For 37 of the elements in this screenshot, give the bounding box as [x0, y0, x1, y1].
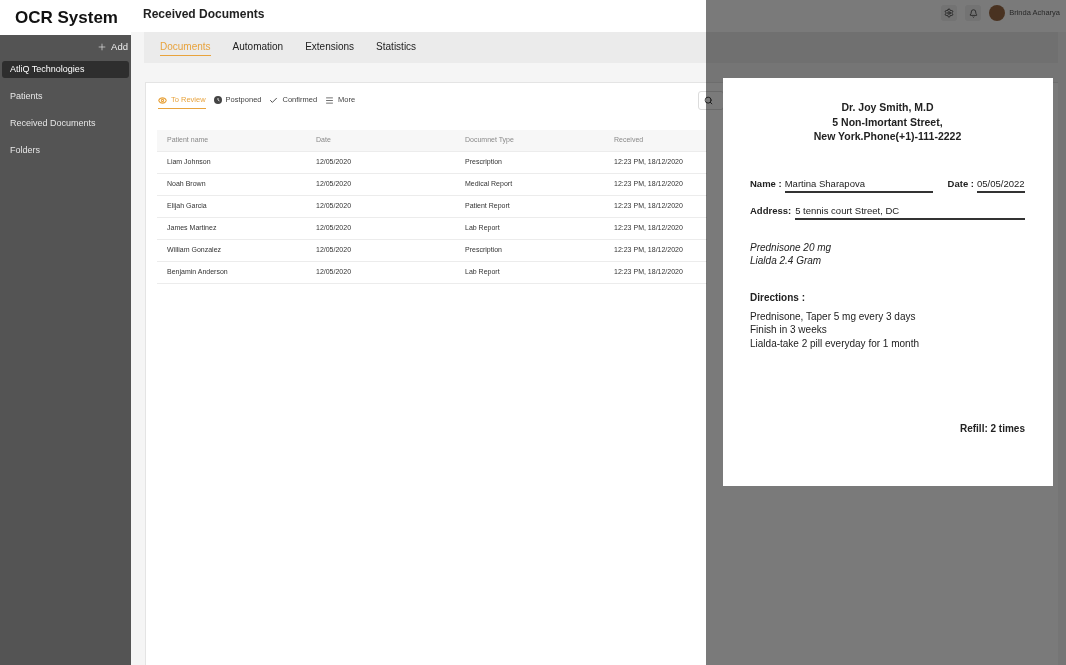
field-value: Martina Sharapova [784, 176, 933, 193]
directions-heading: Directions : [750, 290, 806, 304]
tab[interactable]: Automation [232, 41, 284, 56]
direction-line: Lialda-take 2 pill everyday for 1 month [750, 336, 920, 350]
bell-icon [968, 8, 978, 18]
page-title: Received Documents [143, 6, 265, 23]
medication-line: Lialda 2.4 Gram [750, 254, 823, 268]
sidebar-item[interactable]: Received Documents [2, 115, 129, 132]
direction-line: Prednisone, Taper 5 mg every 3 days [750, 309, 917, 323]
tab[interactable]: Extensions [305, 41, 355, 56]
settings-icon [944, 8, 955, 18]
field-label: Date : [947, 176, 974, 190]
add-button[interactable]: Add [97, 41, 128, 53]
field-label: Address: [750, 203, 792, 217]
check-icon [269, 95, 279, 105]
app-title: OCR System [15, 6, 118, 29]
letterhead-line: Dr. Joy Smith, M.D [841, 100, 934, 115]
clock-icon [213, 96, 222, 104]
sidebar-item[interactable]: Folders [2, 142, 129, 159]
direction-line: Finish in 3 weeks [750, 323, 828, 337]
tab[interactable]: Statistics [376, 41, 417, 56]
sidebar-item[interactable]: Patients [2, 88, 129, 105]
sidebar-item[interactable]: AtliQ Technologies [2, 61, 129, 78]
eye-icon [158, 95, 167, 105]
notification-button[interactable] [965, 5, 982, 21]
plus-icon [97, 42, 108, 52]
refill-note: Refill: 2 times [959, 422, 1025, 435]
field-value: 5 tennis court Street, DC [795, 203, 1025, 220]
field-value: 05/05/2022 [977, 176, 1025, 193]
field-label: Name : [750, 176, 782, 190]
user-avatar[interactable] [989, 5, 1006, 21]
search-icon [704, 96, 713, 105]
letterhead-line: New York.Phone(+1)-111-2222 [813, 129, 962, 144]
settings-button[interactable] [941, 5, 958, 21]
letterhead-line: 5 Non-Imortant Street, [832, 114, 943, 129]
menu-icon [325, 95, 335, 105]
medication-line: Prednisone 20 mg [750, 240, 833, 254]
